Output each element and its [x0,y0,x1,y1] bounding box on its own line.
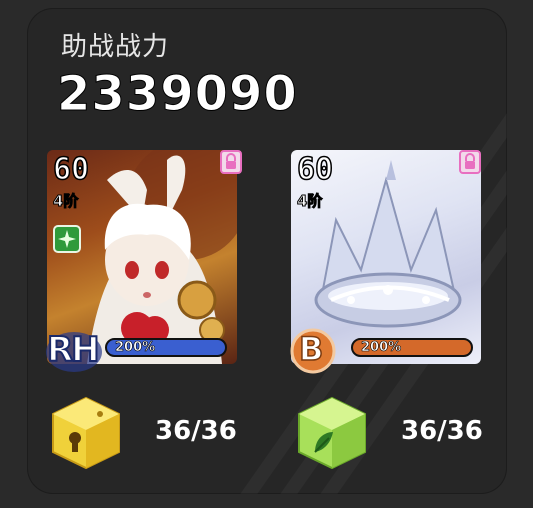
card-progress-bar: 200% [105,338,227,357]
card-tier: 4阶 [52,192,79,211]
card-percent: 200% [115,340,156,356]
card-percent: 200% [361,340,402,356]
panel-title: 助战战力 [61,32,170,62]
support-power-panel: 助战战力 2339090 60 4阶 200% RH 60 4阶 200% B … [27,8,507,494]
card-progress-bar: 200% [351,338,473,357]
rank-badge-b: B [289,326,339,374]
yellow-keyhole-dice-icon [52,396,120,470]
card-tier: 4阶 [296,192,323,211]
card-level: 60 [296,151,334,188]
lock-icon[interactable] [459,150,481,174]
rank-badge-rh: RH [43,326,105,374]
green-leaf-dice-icon [298,396,366,470]
green-sparkle-element-icon [53,225,81,253]
resource-count-2: 36/36 [401,416,483,446]
power-value: 2339090 [57,66,298,123]
lock-icon[interactable] [220,150,242,174]
card-level: 60 [52,151,90,188]
resource-count-1: 36/36 [155,416,237,446]
